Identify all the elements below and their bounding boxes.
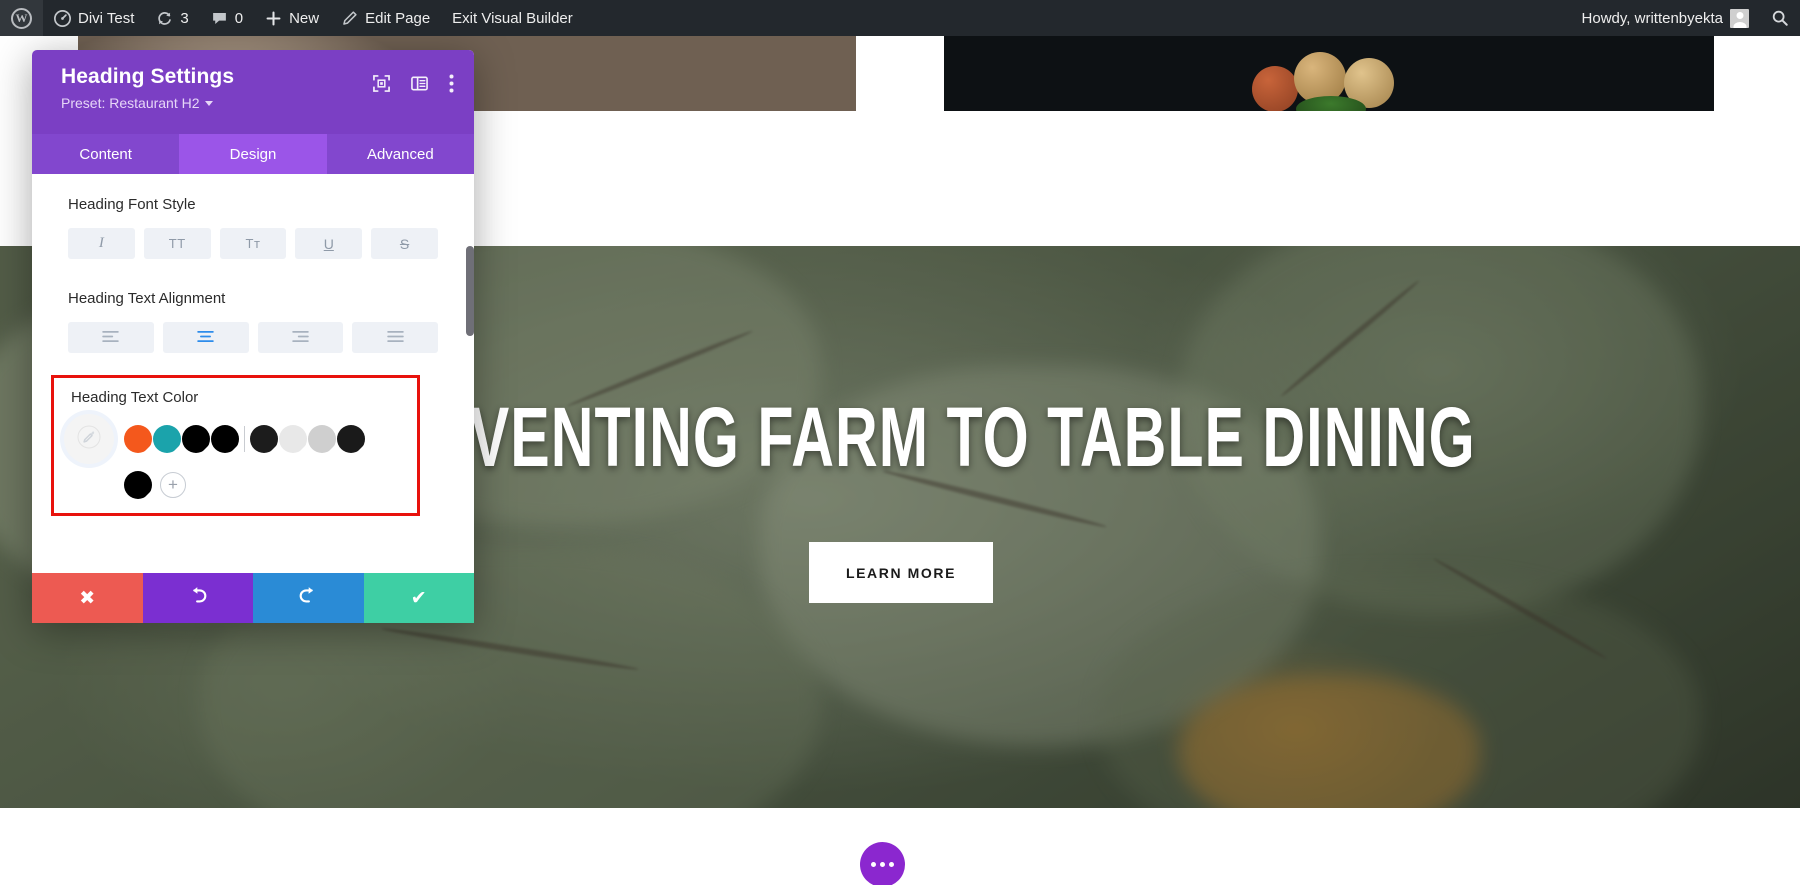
underline-icon: U — [324, 236, 334, 252]
wordpress-logo-icon — [11, 8, 32, 29]
swatch-black-1[interactable] — [182, 425, 210, 453]
add-swatch-button[interactable]: + — [160, 472, 186, 498]
avatar-icon — [1730, 9, 1749, 28]
swatch-near-black[interactable] — [250, 425, 278, 453]
modal-action-bar: ✖ ✔ — [32, 573, 474, 623]
focus-target-icon[interactable] — [373, 75, 390, 92]
capitalize-icon: Tт — [246, 236, 261, 251]
pencil-icon — [341, 10, 358, 27]
plus-icon — [265, 10, 282, 27]
strikethrough-icon: S — [400, 236, 409, 252]
font-style-uppercase-button[interactable]: TT — [144, 228, 211, 259]
adminbar-exit-visual-builder[interactable]: Exit Visual Builder — [441, 0, 584, 36]
align-right-icon — [292, 330, 309, 346]
adminbar-site-label: Divi Test — [78, 10, 134, 27]
wp-admin-bar: Divi Test 3 0 New Edit Page Exit Visual … — [0, 0, 1800, 36]
food-photo-right — [944, 36, 1714, 111]
dashboard-icon — [54, 10, 71, 27]
heading-settings-modal: Heading Settings Preset: Restaurant H2 — [32, 50, 474, 623]
align-justify-icon — [387, 330, 404, 346]
close-icon: ✖ — [79, 587, 95, 610]
swatch-gray[interactable] — [308, 425, 336, 453]
preset-label: Preset: Restaurant H2 — [61, 95, 200, 111]
updates-icon — [156, 10, 173, 27]
layout-panel-icon[interactable] — [411, 75, 428, 92]
swatch-black-2[interactable] — [211, 425, 239, 453]
adminbar-wp-logo[interactable] — [0, 0, 43, 36]
align-left-button[interactable] — [68, 322, 154, 353]
align-center-icon — [197, 330, 214, 346]
global-swatch-row — [124, 425, 366, 453]
modal-header: Heading Settings Preset: Restaurant H2 — [32, 50, 474, 134]
adminbar-edit-label: Edit Page — [365, 10, 430, 27]
swatch-dark[interactable] — [337, 425, 365, 453]
color-swatch-area: + — [54, 414, 417, 499]
modal-header-icons — [373, 74, 454, 93]
preset-selector[interactable]: Preset: Restaurant H2 — [61, 95, 454, 111]
heading-text-color-section: Heading Text Color — [51, 375, 420, 516]
tab-advanced[interactable]: Advanced — [327, 134, 474, 174]
adminbar-comments[interactable]: 0 — [200, 0, 254, 36]
adminbar-howdy-label: Howdy, writtenbyekta — [1582, 10, 1723, 27]
swatch-light-gray[interactable] — [279, 425, 307, 453]
tab-content[interactable]: Content — [32, 134, 179, 174]
tab-design[interactable]: Design — [179, 134, 326, 174]
align-left-icon — [102, 330, 119, 346]
font-style-button-row: I TT Tт U S — [32, 228, 474, 259]
italic-icon: I — [99, 235, 104, 252]
redo-button[interactable] — [253, 573, 364, 623]
redo-icon — [297, 584, 319, 612]
font-style-capitalize-button[interactable]: Tт — [220, 228, 287, 259]
adminbar-search[interactable] — [1760, 0, 1800, 36]
cancel-button[interactable]: ✖ — [32, 573, 143, 623]
swatch-orange[interactable] — [124, 425, 152, 453]
modal-tabs: Content Design Advanced — [32, 134, 474, 174]
swatch-teal[interactable] — [153, 425, 181, 453]
heading-text-color-label: Heading Text Color — [54, 389, 417, 406]
undo-button[interactable] — [143, 573, 254, 623]
adminbar-edit-page[interactable]: Edit Page — [330, 0, 441, 36]
adminbar-new-label: New — [289, 10, 319, 27]
swatch-black-3[interactable] — [124, 471, 152, 499]
text-alignment-button-row — [32, 322, 474, 353]
bottom-band — [0, 808, 1800, 885]
adminbar-my-account[interactable]: Howdy, writtenbyekta — [1571, 0, 1760, 36]
adminbar-site-name[interactable]: Divi Test — [43, 0, 145, 36]
food-item — [1252, 66, 1298, 112]
learn-more-button[interactable]: LEARN MORE — [809, 542, 993, 603]
chevron-down-icon — [205, 101, 213, 106]
modal-scrollbar[interactable] — [466, 246, 474, 336]
heading-font-style-label: Heading Font Style — [32, 196, 474, 213]
undo-icon — [187, 584, 209, 612]
adminbar-updates-count: 3 — [180, 10, 188, 27]
align-justify-button[interactable] — [352, 322, 438, 353]
comments-icon — [211, 10, 228, 27]
font-style-underline-button[interactable]: U — [295, 228, 362, 259]
color-picker-button[interactable] — [64, 414, 114, 464]
swatch-divider — [244, 426, 245, 452]
adminbar-comments-count: 0 — [235, 10, 243, 27]
save-button[interactable]: ✔ — [364, 573, 475, 623]
kebab-menu-icon[interactable] — [449, 74, 454, 93]
eyedropper-icon — [77, 425, 101, 454]
uppercase-icon: TT — [169, 236, 186, 251]
ellipsis-icon[interactable] — [860, 842, 905, 885]
check-icon: ✔ — [411, 587, 427, 610]
font-style-italic-button[interactable]: I — [68, 228, 135, 259]
font-style-strikethrough-button[interactable]: S — [371, 228, 438, 259]
adminbar-new[interactable]: New — [254, 0, 330, 36]
search-icon — [1771, 9, 1789, 27]
adminbar-exit-label: Exit Visual Builder — [452, 10, 573, 27]
align-center-button[interactable] — [163, 322, 249, 353]
heading-text-alignment-label: Heading Text Alignment — [32, 290, 474, 307]
align-right-button[interactable] — [258, 322, 344, 353]
modal-body: Heading Font Style I TT Tт U S Heading T… — [32, 174, 474, 623]
adminbar-updates[interactable]: 3 — [145, 0, 199, 36]
global-swatch-row-2: + — [124, 471, 186, 499]
